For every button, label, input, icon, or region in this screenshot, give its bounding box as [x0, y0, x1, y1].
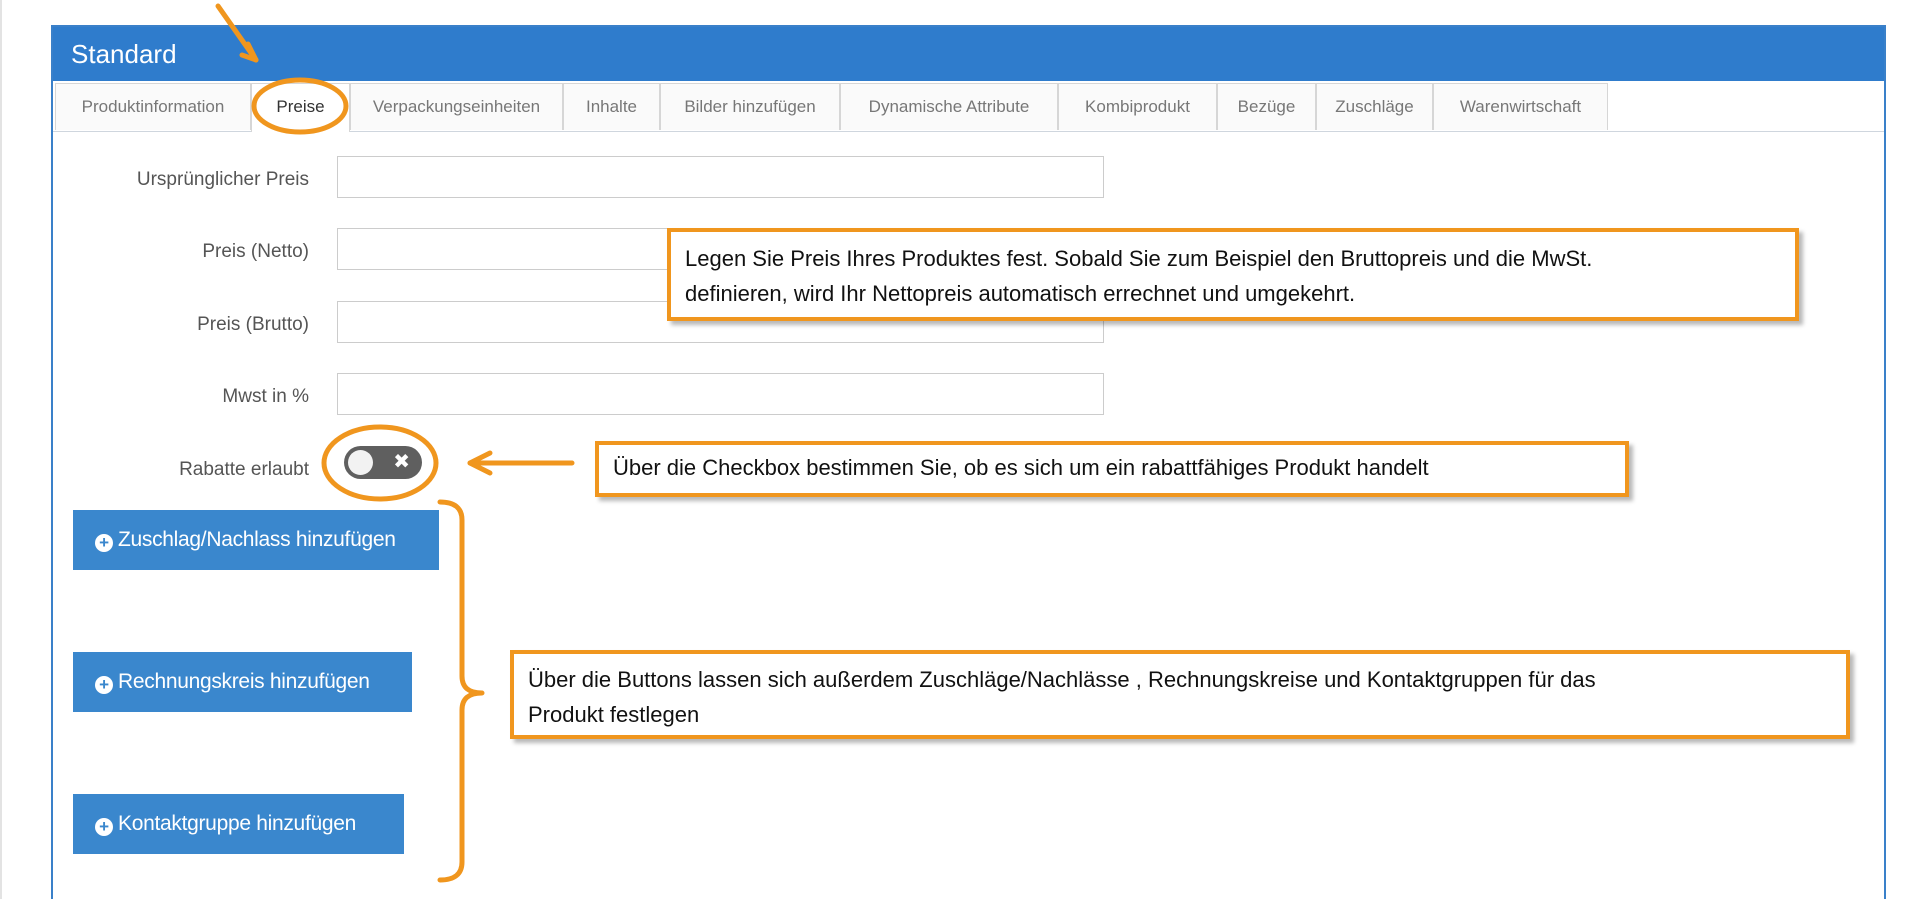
buttons-annotation-callout: Über die Buttons lassen sich außerdem Zu…	[510, 650, 1850, 739]
tab-inhalte[interactable]: Inhalte	[563, 83, 660, 130]
tab-zuschlaege[interactable]: Zuschläge	[1316, 83, 1433, 130]
tab-kombiprodukt[interactable]: Kombiprodukt	[1058, 83, 1217, 130]
mwst-input[interactable]	[337, 373, 1104, 415]
ursprunglicher-preis-input[interactable]	[337, 156, 1104, 198]
tab-verpackungseinheiten[interactable]: Verpackungseinheiten	[350, 83, 563, 130]
mwst-label: Mwst in %	[222, 386, 309, 407]
tab-preise[interactable]: Preise	[251, 83, 350, 132]
close-icon: ✖	[393, 451, 410, 473]
toggle-knob	[348, 450, 373, 475]
button-label: Rechnungskreis hinzufügen	[118, 670, 370, 693]
left-divider	[0, 0, 2, 899]
price-annotation-callout: Legen Sie Preis Ihres Produktes fest. So…	[667, 228, 1799, 321]
plus-circle-icon: +	[95, 534, 113, 552]
checkbox-annotation-text: Über die Checkbox bestimmen Sie, ob es s…	[613, 455, 1429, 480]
buttons-annotation-line-1: Über die Buttons lassen sich außerdem Zu…	[528, 667, 1596, 692]
add-zuschlag-nachlass-button[interactable]: + Zuschlag/Nachlass hinzufügen	[73, 510, 439, 570]
tab-produktinformation[interactable]: Produktinformation	[55, 83, 251, 130]
price-annotation-line-2: definieren, wird Ihr Nettopreis automati…	[685, 281, 1356, 306]
button-label: Kontaktgruppe hinzufügen	[118, 812, 356, 835]
button-label: Zuschlag/Nachlass hinzufügen	[118, 528, 396, 551]
tab-dynamische-attribute[interactable]: Dynamische Attribute	[840, 83, 1058, 130]
tab-bezuege[interactable]: Bezüge	[1217, 83, 1316, 130]
tab-warenwirtschaft[interactable]: Warenwirtschaft	[1433, 83, 1608, 130]
preis-brutto-label: Preis (Brutto)	[197, 314, 309, 335]
rabatte-erlaubt-toggle[interactable]: ✖	[344, 446, 422, 479]
add-kontaktgruppe-button[interactable]: + Kontaktgruppe hinzufügen	[73, 794, 404, 854]
panel-title: Standard	[53, 27, 1884, 81]
plus-circle-icon: +	[95, 676, 113, 694]
buttons-annotation-line-2: Produkt festlegen	[528, 702, 700, 727]
preis-netto-label: Preis (Netto)	[202, 241, 309, 262]
tab-bar: Produktinformation Preise Verpackungsein…	[53, 81, 1884, 132]
checkbox-annotation-callout: Über die Checkbox bestimmen Sie, ob es s…	[595, 441, 1629, 497]
add-rechnungskreis-button[interactable]: + Rechnungskreis hinzufügen	[73, 652, 412, 712]
tab-bilder-hinzufuegen[interactable]: Bilder hinzufügen	[660, 83, 840, 130]
plus-circle-icon: +	[95, 818, 113, 836]
price-annotation-line-1: Legen Sie Preis Ihres Produktes fest. So…	[685, 246, 1593, 271]
ursprunglicher-preis-label: Ursprünglicher Preis	[136, 169, 309, 190]
rabatte-erlaubt-label: Rabatte erlaubt	[179, 459, 309, 480]
